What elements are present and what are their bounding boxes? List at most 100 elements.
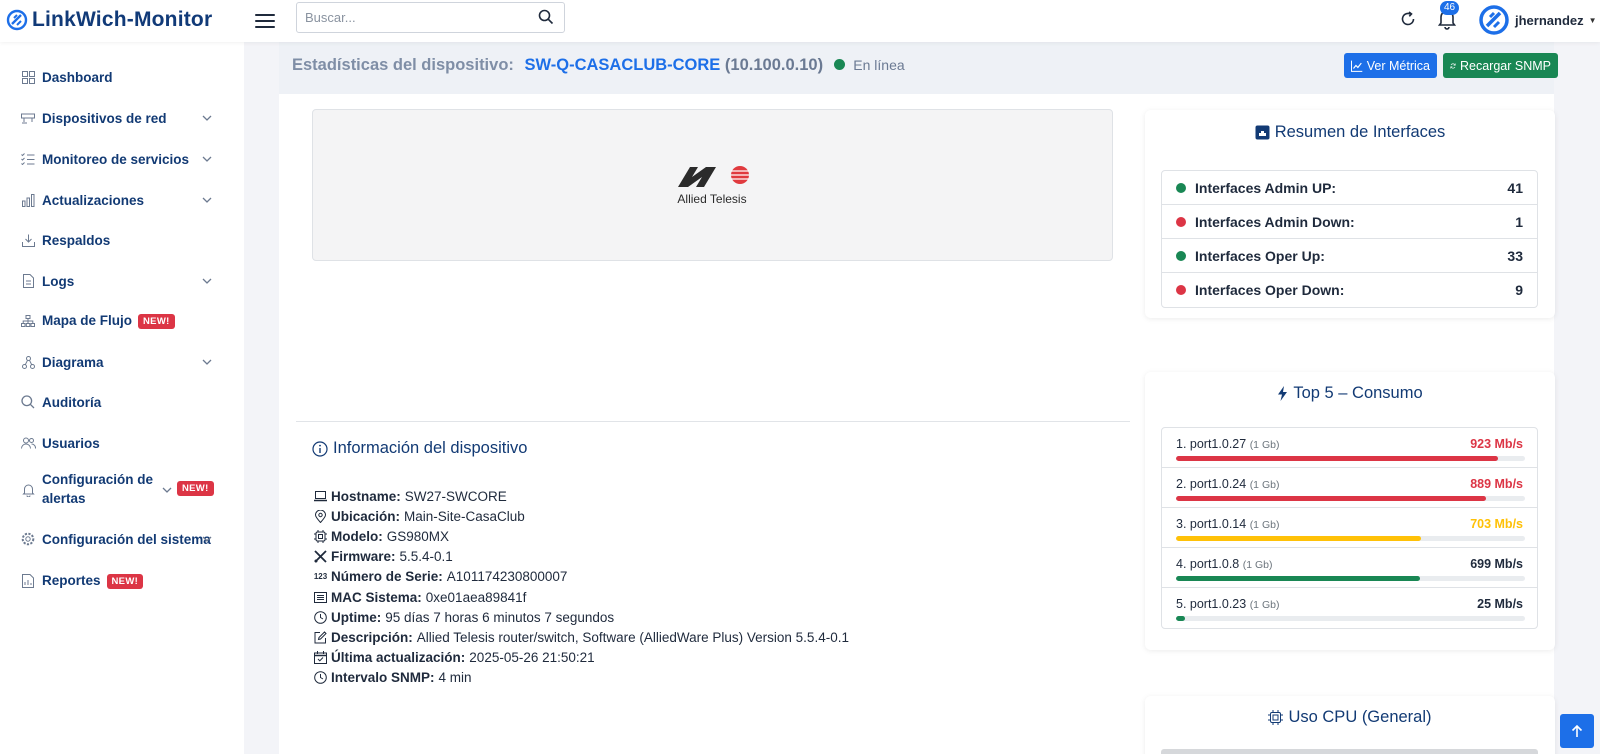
link-logo-icon xyxy=(6,9,28,31)
top5-title-text: Top 5 – Consumo xyxy=(1293,384,1423,402)
cpu-icon xyxy=(1268,710,1284,725)
info-value: Allied Telesis router/switch, Software (… xyxy=(416,629,849,645)
line-chart-icon xyxy=(1351,60,1363,72)
sidebar-item-users[interactable]: Usuarios xyxy=(0,432,244,454)
throughput-bar xyxy=(1176,576,1525,581)
port-name: 2. port1.0.24 (1 Gb) xyxy=(1176,477,1279,491)
list-check-icon xyxy=(20,151,36,167)
new-badge: NEW! xyxy=(138,314,175,329)
port-throughput: 923 Mb/s xyxy=(1470,437,1523,451)
port-throughput: 25 Mb/s xyxy=(1477,597,1523,611)
port-speed: (1 Gb) xyxy=(1249,599,1280,611)
sidebar-item-alert-config[interactable]: Configuración de alertas NEW! xyxy=(0,470,244,510)
interfaces-summary-title: Resumen de Interfaces xyxy=(1145,123,1555,142)
view-metric-button[interactable]: Ver Métrica xyxy=(1344,53,1437,78)
new-badge: NEW! xyxy=(106,574,144,589)
sidebar-item-reports[interactable]: Reportes NEW! xyxy=(0,570,244,592)
123-icon: 123 xyxy=(313,572,328,582)
info-value: 95 días 7 horas 6 minutos 7 segundos xyxy=(385,609,615,625)
info-value: Main-Site-CasaClub xyxy=(404,508,525,524)
info-row-uptime: Uptime: 95 días 7 horas 6 minutos 7 segun… xyxy=(313,607,849,627)
port-name: 1. port1.0.27 (1 Gb) xyxy=(1176,437,1279,451)
info-value: SW27-SWCORE xyxy=(404,488,507,504)
clock-icon xyxy=(313,610,328,624)
sidebar-item-label: Diagrama xyxy=(42,354,104,370)
device-info-title-text: Información del dispositivo xyxy=(333,439,528,457)
calendar-check-icon xyxy=(313,651,328,665)
info-row-mac: MAC Sistema: 0xe01aea89841f xyxy=(313,587,849,607)
info-row-location: Ubicación: Main-Site-CasaClub xyxy=(313,506,849,526)
sidebar-item-label: Configuración de alertas xyxy=(42,470,153,508)
list-item: Interfaces Admin Down: 1 xyxy=(1162,205,1537,239)
device-info-list: Hostname: SW27-SWCORE Ubicación: Main-Site… xyxy=(313,486,849,688)
throughput-bar xyxy=(1176,536,1525,541)
scroll-to-top-button[interactable] xyxy=(1560,714,1594,748)
chevron-down-icon xyxy=(202,197,212,203)
grid-icon xyxy=(20,69,36,85)
sidebar-item-audit[interactable]: Auditoría xyxy=(0,391,244,413)
sidebar-item-backups[interactable]: Respaldos xyxy=(0,229,244,251)
interfaces-list: Interfaces Admin UP: 41 Interfaces Admin… xyxy=(1161,170,1538,308)
user-menu[interactable]: jhernandez ▼ xyxy=(1478,4,1597,36)
throughput-bar xyxy=(1176,616,1525,621)
sidebar-item-updates[interactable]: Actualizaciones xyxy=(0,189,244,211)
port-speed: (1 Gb) xyxy=(1249,519,1280,531)
alert-config-label-line2: alertas xyxy=(42,491,86,506)
iface-label: Interfaces Admin UP: xyxy=(1195,179,1337,196)
port-label: 4. port1.0.8 xyxy=(1176,557,1240,571)
sidebar-item-flow-map[interactable]: Mapa de Flujo NEW! xyxy=(0,310,244,332)
report-icon xyxy=(20,573,36,589)
info-value: 0xe01aea89841f xyxy=(425,589,527,605)
bar-chart-icon xyxy=(20,192,36,208)
search-icon[interactable] xyxy=(538,9,554,25)
sidebar-item-label: Monitoreo de servicios xyxy=(42,151,190,167)
reload-snmp-label: Recargar SNMP xyxy=(1460,58,1551,73)
sidebar-item-label: Actualizaciones xyxy=(42,192,145,208)
sidebar-item-logs[interactable]: Logs xyxy=(0,270,244,292)
sidebar-item-service-monitoring[interactable]: Monitoreo de servicios xyxy=(0,148,244,170)
info-label: Última actualización: xyxy=(331,650,466,666)
sidebar-item-dashboard[interactable]: Dashboard xyxy=(0,66,244,88)
allied-telesis-logo: Allied Telesis xyxy=(677,166,749,206)
top-bar: LinkWich-Monitor 46 jhernandez ▼ xyxy=(0,0,1600,42)
download-icon xyxy=(20,232,36,248)
info-row-hostname: Hostname: SW27-SWCORE xyxy=(313,486,849,506)
chip-icon xyxy=(313,529,328,543)
sidebar: Dashboard Dispositivos de red Monitoreo … xyxy=(0,42,244,754)
username: jhernandez xyxy=(1515,12,1584,28)
status-dot-red xyxy=(1176,216,1186,227)
sidebar-item-diagram[interactable]: Diagrama xyxy=(0,351,244,373)
iface-value: 41 xyxy=(1507,179,1523,196)
sidebar-item-system-config[interactable]: Configuración del sistema xyxy=(0,528,244,550)
brand-logo[interactable]: LinkWich-Monitor xyxy=(6,5,212,35)
title-prefix: Estadísticas del dispositivo: xyxy=(292,56,514,74)
menu-toggle-button[interactable] xyxy=(255,10,277,30)
sync-icon xyxy=(1450,62,1456,69)
device-name-link[interactable]: SW-Q-CASACLUB-CORE xyxy=(525,56,721,74)
port-label: 1. port1.0.27 xyxy=(1176,437,1247,451)
throughput-bar-fill xyxy=(1176,536,1422,541)
tools-icon xyxy=(313,550,328,564)
sidebar-item-label: Logs xyxy=(42,273,75,289)
port-throughput: 699 Mb/s xyxy=(1470,557,1523,571)
port-name: 3. port1.0.14 (1 Gb) xyxy=(1176,517,1279,531)
sidebar-item-network-devices[interactable]: Dispositivos de red xyxy=(0,107,244,129)
sidebar-item-label: Configuración del sistema xyxy=(42,531,211,547)
info-label: Descripción: xyxy=(331,629,413,645)
search-box xyxy=(296,2,565,33)
port-throughput: 889 Mb/s xyxy=(1470,477,1523,491)
throughput-bar-fill xyxy=(1176,456,1499,461)
search-input[interactable] xyxy=(297,3,527,32)
iface-value: 9 xyxy=(1515,282,1523,298)
device-ip: (10.100.0.10) xyxy=(724,56,824,74)
user-avatar-icon xyxy=(1479,5,1509,35)
list-item: Interfaces Admin UP: 41 xyxy=(1162,171,1537,205)
cpu-title: Uso CPU (General) xyxy=(1145,708,1555,727)
main-content: Estadísticas del dispositivo: SW-Q-CASAC… xyxy=(279,42,1558,754)
list-item: 4. port1.0.8 (1 Gb) 699 Mb/s xyxy=(1162,548,1537,588)
clock-icon xyxy=(313,671,328,685)
refresh-icon[interactable] xyxy=(1398,9,1418,29)
view-metric-label: Ver Métrica xyxy=(1366,58,1430,73)
info-label: Firmware: xyxy=(331,549,396,565)
reload-snmp-button[interactable]: Recargar SNMP xyxy=(1443,53,1558,78)
